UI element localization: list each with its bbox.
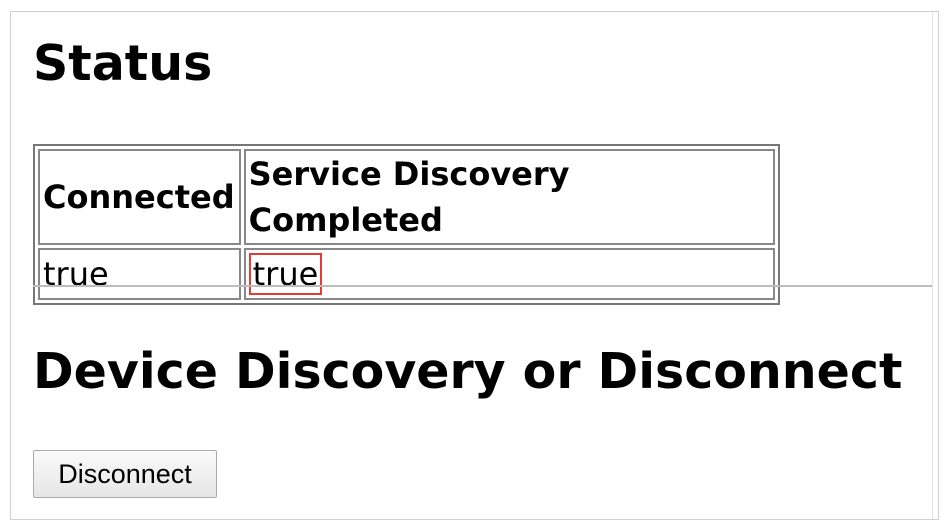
header-connected: Connected — [38, 149, 241, 245]
horizontal-rule — [33, 285, 932, 287]
page-frame: Status Connected Service Discovery Compl… — [10, 11, 939, 520]
scrollbar-edge — [932, 12, 933, 519]
status-table: Connected Service Discovery Completed tr… — [33, 144, 780, 305]
disconnect-button[interactable]: Disconnect — [33, 450, 217, 498]
table-header-row: Connected Service Discovery Completed — [38, 149, 775, 245]
cell-service-discovery-value: true — [243, 248, 775, 300]
table-row: true true — [38, 248, 775, 300]
header-service-discovery-completed: Service Discovery Completed — [243, 149, 775, 245]
status-heading: Status — [33, 35, 213, 92]
highlighted-value: true — [248, 253, 323, 295]
device-discovery-heading: Device Discovery or Disconnect — [33, 343, 903, 400]
cell-connected-value: true — [38, 248, 241, 300]
